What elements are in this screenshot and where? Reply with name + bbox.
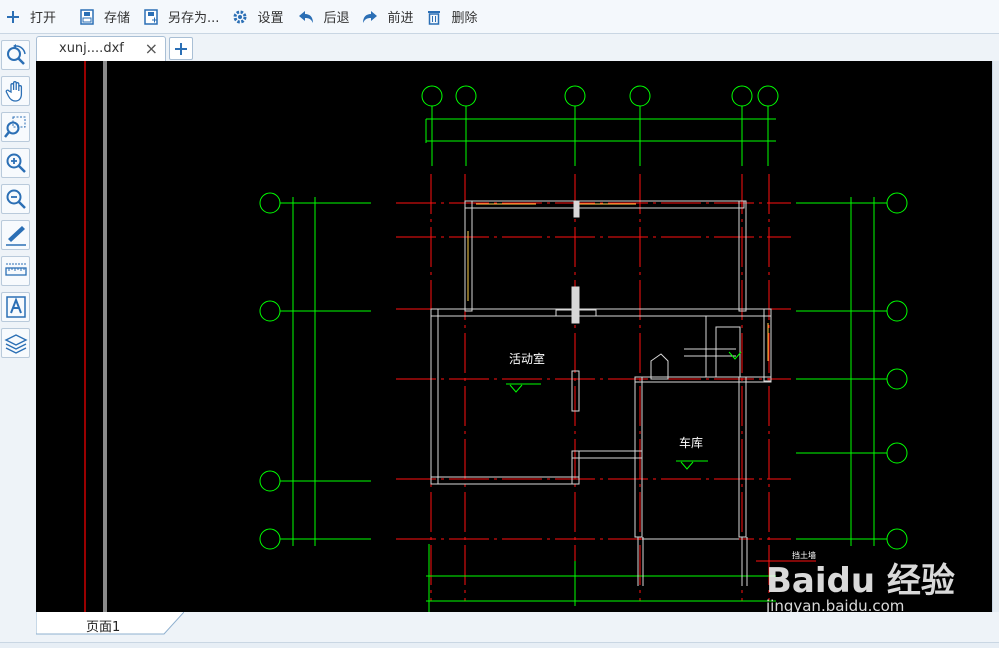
undo-arrow-icon (297, 8, 315, 26)
measure-ruler-icon (4, 263, 27, 276)
zoom-window-icon (3, 116, 25, 138)
plus-icon (4, 8, 22, 26)
gear-icon (231, 8, 249, 26)
back-label: 后退 (323, 11, 350, 26)
save-label: 存储 (104, 11, 131, 26)
bottom-bar: 页面1 (0, 612, 999, 648)
open-button[interactable]: 打开 (2, 5, 62, 29)
document-tab-label: xunj....dxf (59, 41, 124, 56)
forward-button[interactable]: 前进 (359, 5, 419, 29)
delete-button[interactable]: 删除 (423, 5, 483, 29)
cad-drawing: 活动室 车库 挡土墙 Baidu 经验 jingyan.baidu.com (84, 61, 955, 612)
rotate-zoom-button[interactable] (1, 40, 30, 70)
left-toolbar (0, 38, 32, 648)
plus-icon (175, 42, 187, 55)
close-icon[interactable]: × (145, 39, 158, 58)
text-button[interactable] (1, 292, 30, 322)
add-tab-button[interactable] (169, 37, 193, 60)
cad-viewer-app: 打开 存储 另存为... 设置 后退 前进 删除 xunj....dxf × 活… (0, 0, 999, 648)
save-icon (78, 8, 96, 26)
delete-label: 删除 (451, 11, 478, 26)
save-as-button[interactable]: 另存为... (140, 5, 225, 29)
save-as-label: 另存为... (168, 11, 220, 26)
layers-icon (3, 334, 28, 354)
document-tab-bar: xunj....dxf × (36, 34, 999, 61)
text-A-icon (5, 296, 26, 318)
save-button[interactable]: 存储 (76, 5, 136, 29)
zoom-window-button[interactable] (1, 112, 30, 142)
trash-icon (425, 8, 443, 26)
page-tab[interactable]: 页面1 (36, 612, 184, 636)
settings-label: 设置 (257, 11, 284, 26)
green-dimension-grid (259, 85, 908, 612)
page-tab-label: 页面1 (86, 620, 121, 635)
line-draw-button[interactable] (1, 220, 30, 250)
pan-button[interactable] (1, 76, 30, 106)
save-as-icon (142, 8, 160, 26)
watermark-url: jingyan.baidu.com (765, 597, 904, 612)
back-button[interactable]: 后退 (295, 5, 355, 29)
zoom-out-icon (6, 189, 26, 209)
settings-button[interactable]: 设置 (229, 5, 289, 29)
forward-label: 前进 (387, 11, 414, 26)
wall-note-label: 挡土墙 (792, 550, 816, 560)
baidu-watermark: Baidu 经验 jingyan.baidu.com (765, 561, 955, 612)
zoom-out-button[interactable] (1, 184, 30, 214)
measure-button[interactable] (1, 256, 30, 286)
document-tab[interactable]: xunj....dxf × (36, 36, 166, 61)
open-label: 打开 (30, 11, 57, 26)
redo-arrow-icon (361, 8, 379, 26)
layers-button[interactable] (1, 328, 30, 358)
building-walls (430, 200, 772, 586)
zoom-in-icon (6, 153, 26, 173)
status-bar (0, 642, 999, 648)
main-toolbar: 打开 存储 另存为... 设置 后退 前进 删除 (0, 0, 999, 34)
room-label-activity: 活动室 (509, 351, 545, 366)
vertical-scrollbar[interactable] (992, 61, 999, 612)
line-draw-icon (5, 226, 26, 246)
rotate-zoom-icon (6, 44, 26, 65)
room-label-garage: 车库 (679, 435, 703, 450)
drawing-canvas[interactable]: 活动室 车库 挡土墙 Baidu 经验 jingyan.baidu.com (36, 61, 992, 612)
zoom-in-button[interactable] (1, 148, 30, 178)
watermark-brand: Baidu 经验 (766, 561, 955, 601)
red-axis-lines (396, 174, 791, 601)
pan-hand-icon (5, 81, 22, 102)
